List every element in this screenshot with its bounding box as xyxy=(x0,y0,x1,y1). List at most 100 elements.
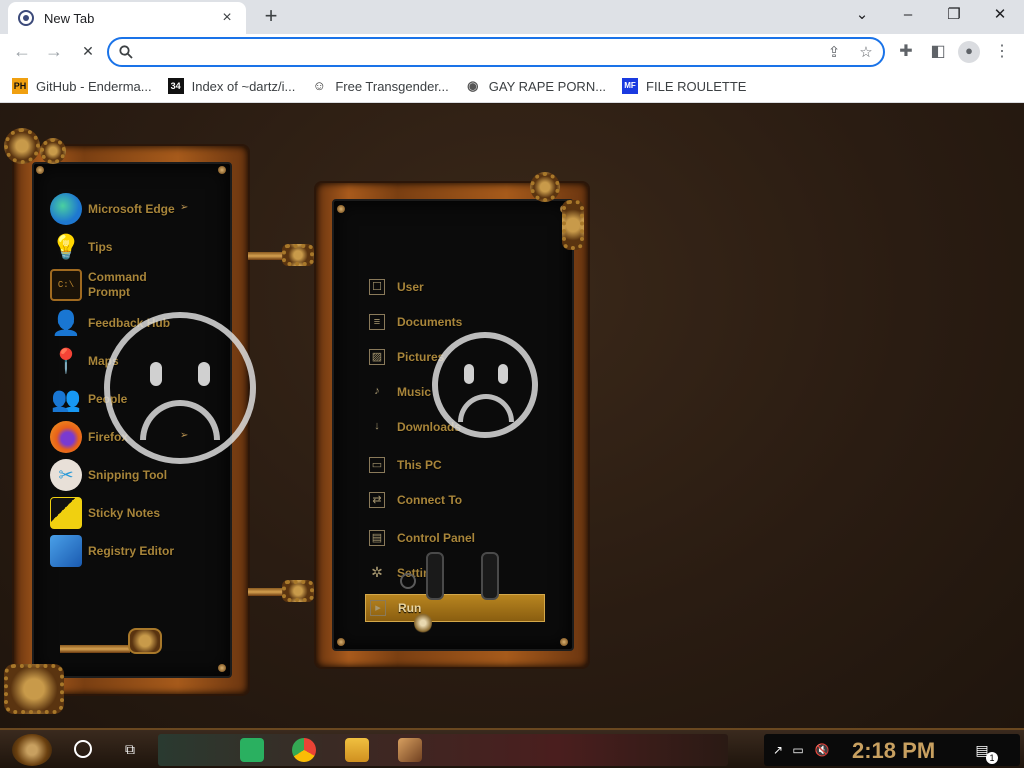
sad-face-icon xyxy=(104,312,256,464)
profile-avatar-icon[interactable]: ● xyxy=(958,41,980,63)
forward-button[interactable]: → xyxy=(41,40,67,64)
gear-ornament-icon xyxy=(530,172,560,202)
plug-ornament-icon xyxy=(481,552,499,600)
chrome-icon[interactable] xyxy=(292,738,316,762)
tab-title: New Tab xyxy=(44,10,95,26)
mft-favicon-icon: MF xyxy=(622,78,639,94)
app-label: Tips xyxy=(88,239,113,254)
new-tab-favicon-icon xyxy=(18,10,34,26)
plug-ornament-icon xyxy=(426,552,444,600)
cortana-search-icon[interactable] xyxy=(74,740,92,758)
user-icon: ☐ xyxy=(369,279,385,295)
app-item-snipping-tool[interactable]: ✂ Snipping Tool xyxy=(50,458,178,492)
stop-loading-button[interactable]: ✕ xyxy=(75,40,101,64)
network-tray-icon[interactable]: ▭ xyxy=(790,742,806,758)
rivet xyxy=(560,638,568,646)
submenu-arrow-icon[interactable]: ➢ xyxy=(180,202,188,213)
bookmark-item[interactable]: PH GitHub - Enderma... xyxy=(12,78,152,94)
picture-icon: ▨ xyxy=(369,349,385,365)
rivet xyxy=(337,638,345,646)
volume-muted-icon[interactable]: 🔇 xyxy=(814,742,830,758)
new-tab-button[interactable]: + xyxy=(258,4,284,30)
monitor-icon: ▭ xyxy=(369,457,385,473)
place-this-pc[interactable]: ▭ This PC xyxy=(365,451,545,479)
feedback-icon: 👤 xyxy=(51,309,81,337)
menu-kebab-icon[interactable]: ⋮ xyxy=(991,42,1013,64)
bookmark-label: Free Transgender... xyxy=(335,78,449,94)
restore-button[interactable]: ❐ xyxy=(932,3,976,29)
place-control-panel[interactable]: ▤ Control Panel xyxy=(365,524,545,552)
file-explorer-icon[interactable] xyxy=(345,738,369,762)
app-item-registry-editor[interactable]: Registry Editor xyxy=(50,534,178,568)
app-label: Command Prompt xyxy=(88,270,147,299)
spring-coupler-icon xyxy=(282,580,314,602)
task-view-icon[interactable]: ⧉ xyxy=(121,740,139,758)
gear-ornament-icon xyxy=(4,128,40,164)
pornhub-favicon-icon: PH xyxy=(12,78,28,94)
address-bar[interactable]: ⇪ ☆ xyxy=(107,37,885,67)
minimize-button[interactable]: – xyxy=(886,3,930,29)
bookmark-label: GitHub - Enderma... xyxy=(36,78,152,94)
power-button-icon[interactable] xyxy=(400,573,416,589)
people-icon: 👥 xyxy=(51,385,81,413)
app-item-microsoft-edge[interactable]: Microsoft Edge ➢ xyxy=(50,192,188,226)
tab-new-tab[interactable]: New Tab × xyxy=(8,2,246,34)
bookmark-label: GAY RAPE PORN... xyxy=(488,78,607,94)
steam-engine-ornament-icon xyxy=(4,664,64,714)
globe-favicon-icon: ◉ xyxy=(467,78,479,93)
gear-ornament-icon xyxy=(40,138,66,164)
app-item-sticky-notes[interactable]: Sticky Notes xyxy=(50,496,178,530)
index-favicon-icon: 34 xyxy=(167,78,184,94)
place-documents[interactable]: ≡ Documents xyxy=(365,308,545,336)
edge-icon xyxy=(50,193,82,225)
face-favicon-icon: ☺ xyxy=(312,78,326,93)
tray-overflow-icon[interactable]: ↗ xyxy=(770,742,786,758)
terminal-icon: C:\ xyxy=(50,269,82,301)
app-label: Sticky Notes xyxy=(88,505,161,520)
bookmark-item[interactable]: ◉ GAY RAPE PORN... xyxy=(465,78,606,94)
music-icon: ♪ xyxy=(374,385,380,397)
bookmark-item[interactable]: ☺ Free Transgender... xyxy=(311,78,449,94)
bookmark-label: FILE ROULETTE xyxy=(646,78,747,94)
place-user[interactable]: ☐ User xyxy=(365,273,545,301)
map-pin-icon: 📍 xyxy=(51,347,81,375)
side-panel-icon[interactable]: ◧ xyxy=(927,42,949,64)
bookmark-item[interactable]: 34 Index of ~dartz/i... xyxy=(167,78,295,94)
app-label: Snipping Tool xyxy=(88,467,168,482)
notes-app-icon[interactable] xyxy=(240,738,264,762)
bookmarks-bar: PH GitHub - Enderma... 34 Index of ~dart… xyxy=(0,70,1024,103)
tab-close-icon[interactable]: × xyxy=(218,9,236,27)
address-input[interactable] xyxy=(143,43,803,63)
sticky-note-icon xyxy=(50,497,82,529)
image-app-icon[interactable] xyxy=(398,738,422,762)
close-window-button[interactable]: ✕ xyxy=(978,3,1022,29)
search-icon xyxy=(119,45,133,59)
back-button[interactable]: ← xyxy=(9,40,35,64)
pipe-ornament xyxy=(60,645,130,653)
start-button[interactable] xyxy=(12,734,52,766)
app-item-command-prompt[interactable]: C:\ Command Prompt xyxy=(50,268,178,302)
notification-count-badge: 1 xyxy=(986,752,998,764)
network-icon: ⇄ xyxy=(369,492,385,508)
clock[interactable]: 2:18 PM xyxy=(852,738,935,764)
place-label: User xyxy=(397,280,424,294)
tab-strip: New Tab × + ⌄ – ❐ ✕ xyxy=(0,0,1024,34)
taskbar: ⧉ ↗ ▭ 🔇 2:18 PM ▤ 1 xyxy=(0,728,1024,768)
bookmark-item[interactable]: MF FILE ROULETTE xyxy=(622,78,746,94)
share-icon[interactable]: ⇪ xyxy=(824,44,844,62)
app-label: Microsoft Edge xyxy=(88,201,175,216)
place-connect-to[interactable]: ⇄ Connect To xyxy=(365,486,545,514)
registry-icon xyxy=(50,535,82,567)
tab-search-button[interactable]: ⌄ xyxy=(840,3,884,29)
place-label: This PC xyxy=(397,458,442,472)
sad-face-icon xyxy=(432,332,538,438)
extensions-icon[interactable]: ✚ xyxy=(895,42,917,64)
gear-arm-ornament-icon xyxy=(562,200,584,250)
spring-coupler-icon xyxy=(282,244,314,266)
app-item-tips[interactable]: 💡 Tips xyxy=(50,230,178,264)
place-run[interactable]: ▸ Run xyxy=(365,594,545,622)
place-settings[interactable]: ✲ Settings xyxy=(365,559,545,587)
bookmark-star-icon[interactable]: ☆ xyxy=(856,44,876,62)
control-panel-icon: ▤ xyxy=(369,530,385,546)
document-icon: ≡ xyxy=(369,314,385,330)
